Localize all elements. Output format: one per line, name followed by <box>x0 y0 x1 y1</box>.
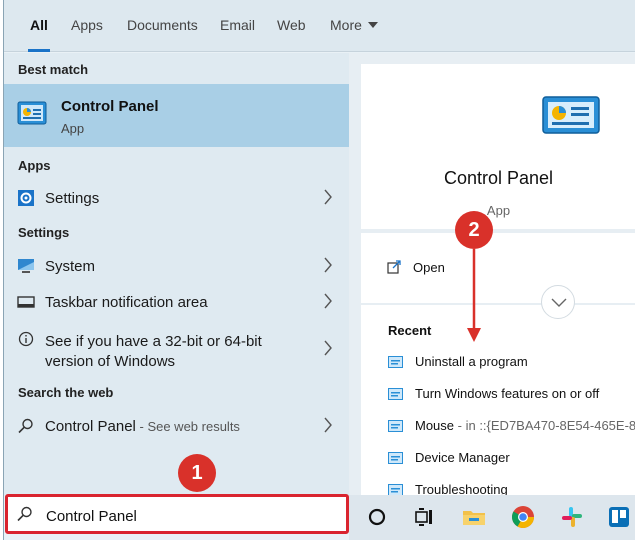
settings-heading: Settings <box>18 225 70 240</box>
recent-item-label: Device Manager <box>415 450 510 465</box>
preview-actions: Open <box>361 233 635 303</box>
slack-icon[interactable] <box>559 504 585 530</box>
recent-item[interactable]: Uninstall a program <box>388 352 635 372</box>
control-panel-icon <box>388 388 403 400</box>
search-input-value: Control Panel <box>46 508 137 525</box>
trello-icon[interactable] <box>606 504 632 530</box>
chrome-icon[interactable] <box>510 504 536 530</box>
open-icon <box>387 260 401 274</box>
result-label-line2: version of Windows <box>45 353 176 370</box>
control-panel-icon <box>388 452 403 464</box>
preview-card: Control Panel App <box>361 64 635 229</box>
web-results-suffix: - See web results <box>135 419 240 434</box>
best-match-name: Control Panel <box>61 98 159 115</box>
recent-heading: Recent <box>388 323 432 338</box>
result-label: Control Panel - See web results <box>45 418 240 435</box>
recent-item-path: - in ::{ED7BA470-8E54-465E-825 <box>454 418 635 433</box>
tab-apps[interactable]: Apps <box>71 0 103 52</box>
result-label: System <box>45 258 96 275</box>
search-input[interactable]: Control Panel <box>5 494 349 534</box>
result-label: See if you have a 32-bit or 64-bit versi… <box>45 332 262 372</box>
recent-item-label: Mouse - in ::{ED7BA470-8E54-465E-825 <box>415 418 635 433</box>
result-label: Taskbar notification area <box>45 294 208 311</box>
apps-heading: Apps <box>18 158 51 173</box>
result-label-line1: See if you have a 32-bit or 64-bit <box>45 333 262 350</box>
tab-documents[interactable]: Documents <box>127 0 198 52</box>
results-pane: Best match Control Panel App Apps Settin… <box>4 53 349 495</box>
tab-all[interactable]: All <box>28 0 50 52</box>
file-explorer-icon[interactable] <box>461 504 487 530</box>
result-taskbar-notification-area[interactable]: Taskbar notification area <box>4 285 349 319</box>
tab-more-label: More <box>330 17 362 33</box>
tab-email[interactable]: Email <box>220 0 255 52</box>
cortana-icon[interactable] <box>364 504 390 530</box>
result-32-or-64-bit[interactable]: See if you have a 32-bit or 64-bit versi… <box>4 327 349 371</box>
recent-list: Recent Uninstall a program Turn Windows … <box>361 305 635 497</box>
result-system[interactable]: System <box>4 249 349 283</box>
search-icon <box>17 506 32 522</box>
recent-item-name: Mouse <box>415 418 455 433</box>
taskbar-icon <box>17 296 35 308</box>
recent-item[interactable]: Device Manager <box>388 448 635 468</box>
preview-title: Control Panel <box>443 168 554 188</box>
result-web-search[interactable]: Control Panel - See web results <box>4 409 349 443</box>
chevron-right-icon[interactable] <box>323 257 333 273</box>
task-view-icon[interactable] <box>411 504 437 530</box>
expand-button[interactable] <box>541 285 575 319</box>
chevron-right-icon[interactable] <box>323 189 333 205</box>
best-match-control-panel[interactable]: Control Panel App <box>4 84 349 147</box>
tab-more[interactable]: More <box>330 0 378 52</box>
chevron-right-icon[interactable] <box>323 340 333 356</box>
annotation-badge-2: 2 <box>455 211 493 249</box>
result-settings-app[interactable]: Settings <box>4 181 349 215</box>
control-panel-icon <box>388 420 403 432</box>
result-label: Settings <box>45 190 100 207</box>
gear-icon <box>18 190 34 206</box>
control-panel-icon <box>542 96 600 134</box>
preview-pane: Control Panel App Open Recent Uninstall … <box>349 53 635 497</box>
search-icon <box>18 418 33 434</box>
start-search-window: All Apps Documents Email Web More Best m… <box>3 0 635 540</box>
search-web-heading: Search the web <box>18 385 114 400</box>
monitor-icon <box>18 259 34 273</box>
recent-item-label: Uninstall a program <box>415 354 528 369</box>
recent-item-label: Turn Windows features on or off <box>415 386 600 401</box>
chevron-right-icon[interactable] <box>323 417 333 433</box>
search-scope-tabs: All Apps Documents Email Web More <box>4 0 635 52</box>
recent-item[interactable]: Mouse - in ::{ED7BA470-8E54-465E-825 <box>388 416 635 436</box>
caret-down-icon <box>367 22 378 28</box>
annotation-badge-1: 1 <box>178 454 216 492</box>
control-panel-icon <box>17 101 47 125</box>
best-match-heading: Best match <box>18 62 89 77</box>
tab-web[interactable]: Web <box>277 0 306 52</box>
taskbar <box>349 495 635 540</box>
chevron-right-icon[interactable] <box>323 293 333 309</box>
best-match-type: App <box>61 121 85 136</box>
open-action[interactable]: Open <box>385 255 505 279</box>
control-panel-icon <box>388 356 403 368</box>
preview-subtitle: App <box>486 203 511 218</box>
info-icon <box>18 331 34 347</box>
open-label: Open <box>413 260 445 275</box>
recent-item[interactable]: Turn Windows features on or off <box>388 384 635 404</box>
chevron-down-icon <box>551 298 567 307</box>
web-query: Control Panel <box>45 418 136 435</box>
